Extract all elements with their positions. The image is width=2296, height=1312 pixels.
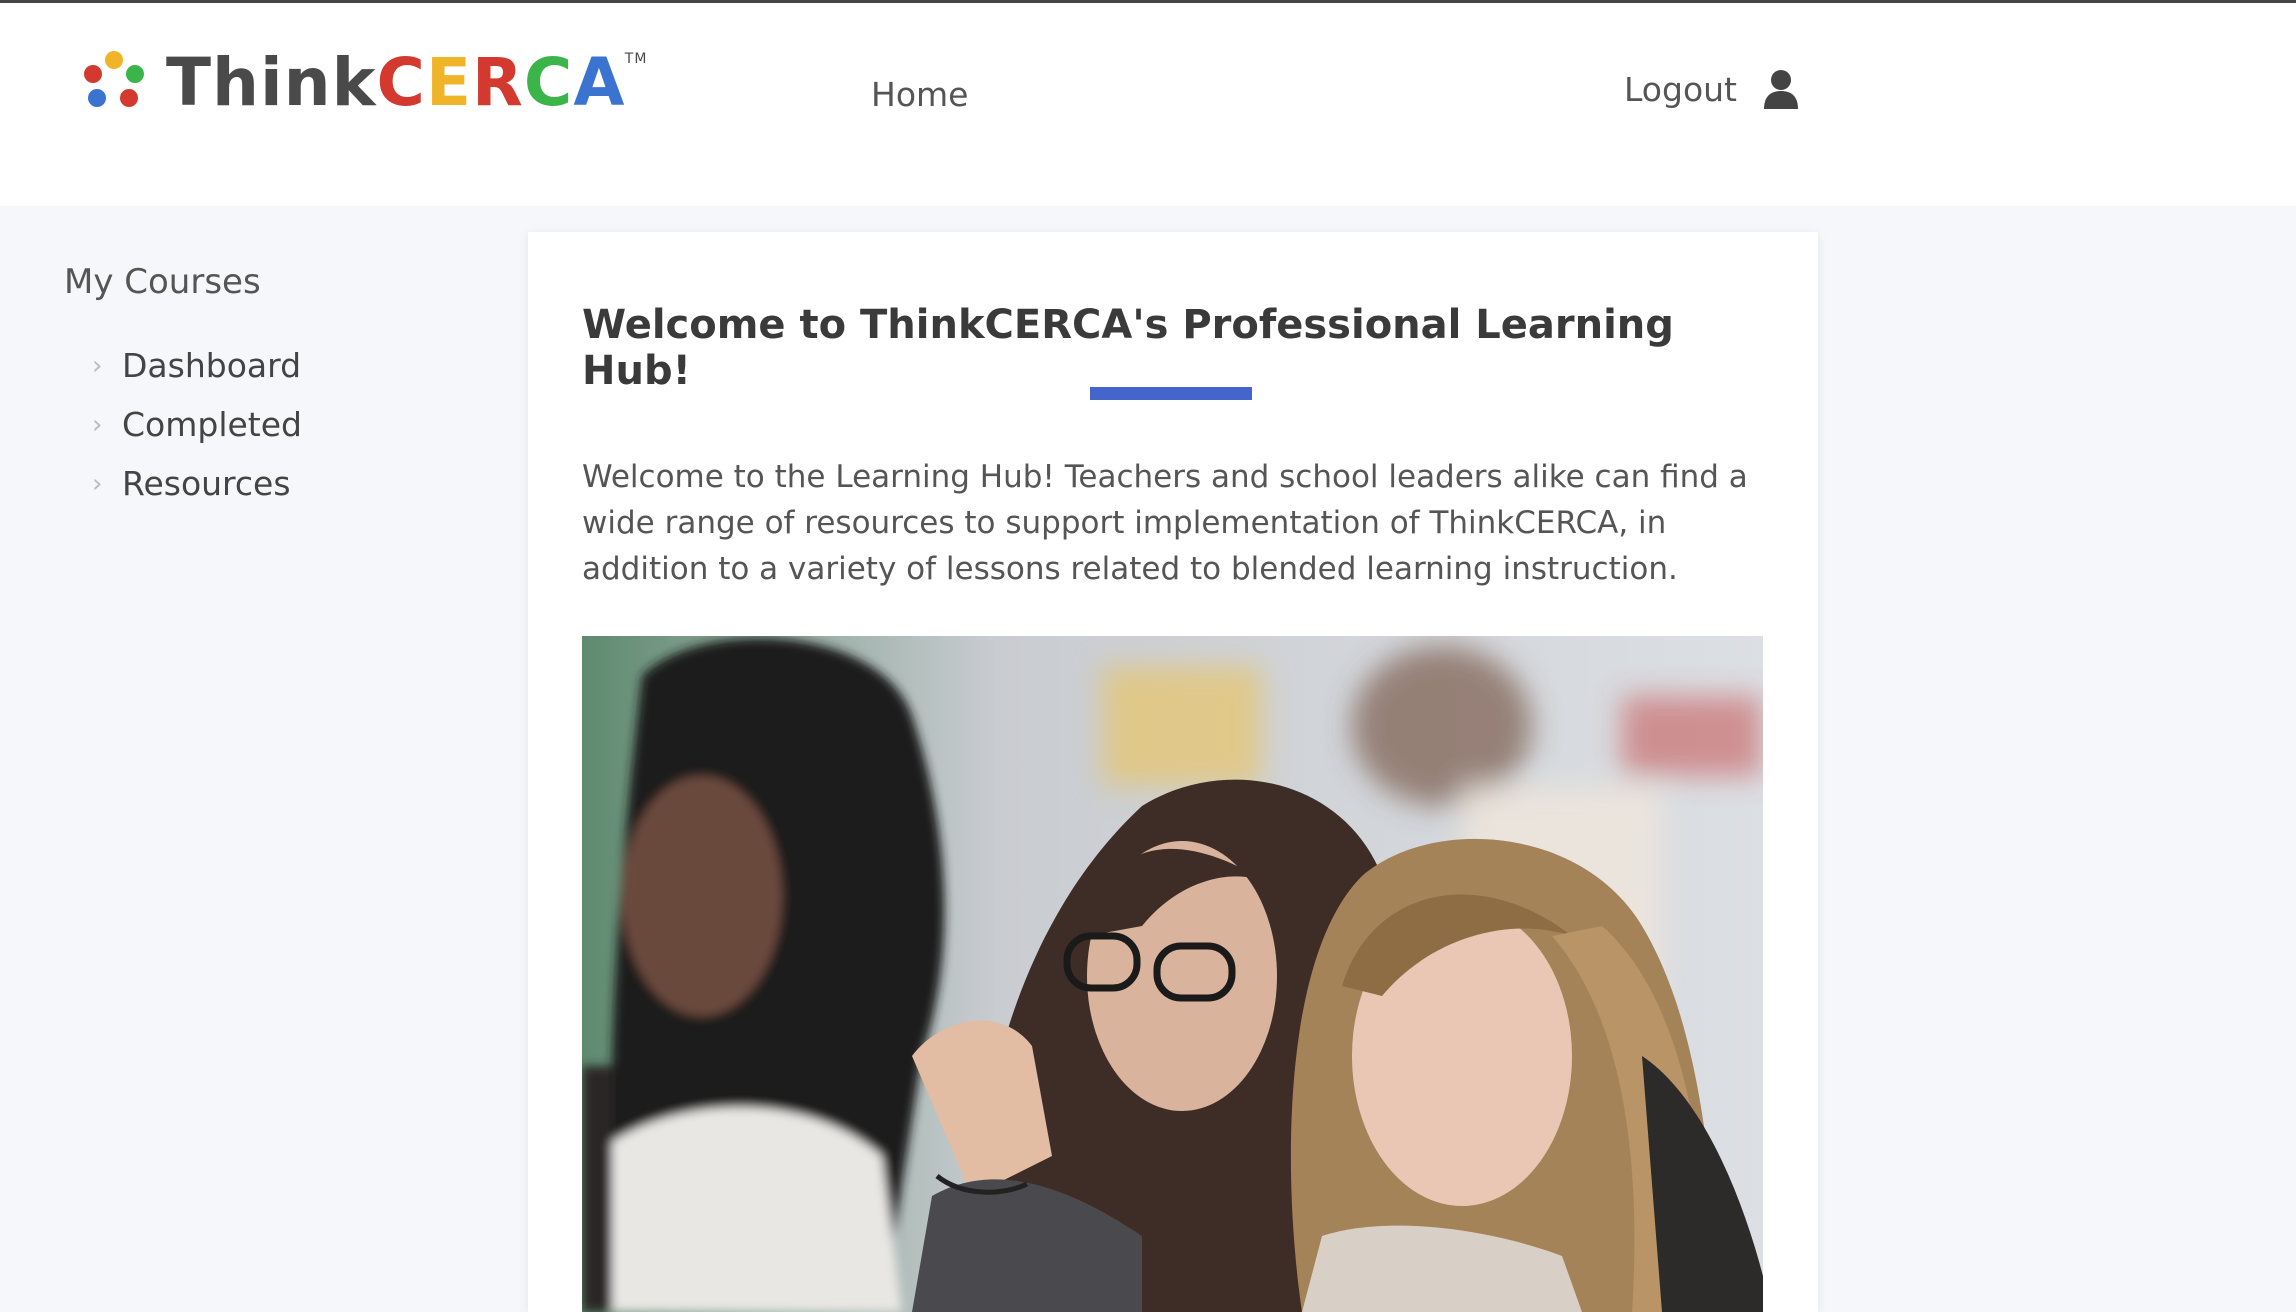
trademark-symbol: TM <box>624 51 648 67</box>
logo-letter: R <box>472 44 524 121</box>
logout-button[interactable]: Logout <box>1624 69 1799 109</box>
user-icon <box>1764 70 1798 109</box>
teachers-photo-image <box>582 636 1763 1312</box>
sidebar-item-resources[interactable]: › Resources <box>64 454 302 513</box>
sidebar: My Courses › Dashboard › Completed › Res… <box>64 262 302 513</box>
logout-label: Logout <box>1624 69 1737 109</box>
thinkcerca-logo[interactable]: ThinkCERCA TM <box>82 43 648 123</box>
sidebar-item-dashboard[interactable]: › Dashboard <box>64 336 302 395</box>
logo-letter: C <box>523 44 574 121</box>
title-underline <box>1090 387 1252 400</box>
welcome-card: Welcome to ThinkCERCA's Professional Lea… <box>528 232 1818 1312</box>
sidebar-title: My Courses <box>64 262 261 302</box>
chevron-right-icon: › <box>92 409 103 440</box>
welcome-text: Welcome to the Learning Hub! Teachers an… <box>582 459 1748 587</box>
sidebar-item-label: Completed <box>122 405 302 444</box>
sidebar-item-label: Resources <box>122 464 291 503</box>
sidebar-item-label: Dashboard <box>122 346 302 385</box>
site-header: ThinkCERCA TM Home Logout <box>0 3 2296 206</box>
chevron-right-icon: › <box>92 350 103 381</box>
logo-wordmark: ThinkCERCA TM <box>166 44 648 121</box>
chevron-right-icon: › <box>92 468 103 499</box>
logo-letter: A <box>573 44 626 121</box>
page-title: Welcome to ThinkCERCA's Professional Lea… <box>582 302 1674 394</box>
logo-dots-icon <box>82 51 146 115</box>
sidebar-item-completed[interactable]: › Completed <box>64 395 302 454</box>
nav-home-link[interactable]: Home <box>871 75 968 114</box>
logo-letter: C <box>376 44 426 121</box>
logo-letter: E <box>425 44 473 121</box>
hero-photo <box>582 636 1763 1312</box>
